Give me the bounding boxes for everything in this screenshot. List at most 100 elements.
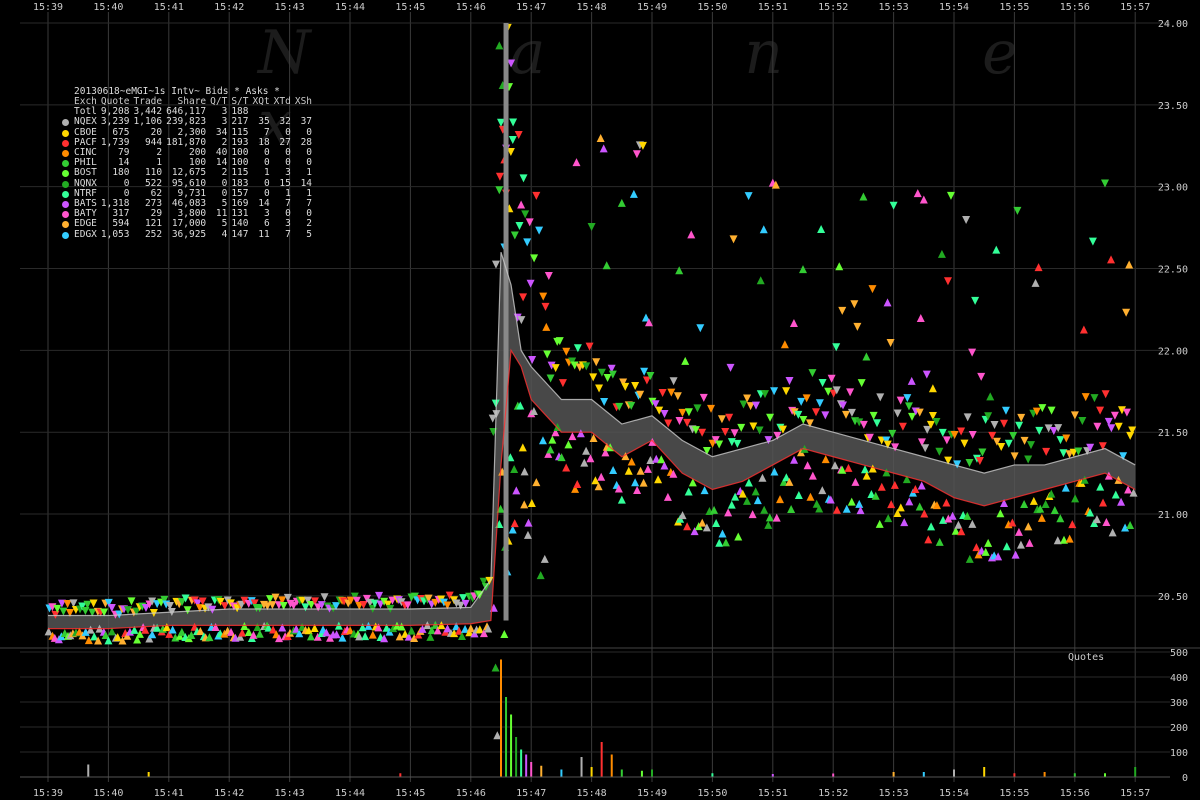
legend-column-header: XSh [294,96,313,107]
legend-value: 2 [221,167,228,179]
bid-marker [884,514,893,523]
bid-marker [718,529,727,538]
ask-marker [544,272,553,281]
bid-marker [582,446,591,455]
volume-bar [620,769,623,777]
bid-marker [890,480,899,489]
bid-marker [986,392,995,401]
ask-marker [808,369,817,378]
ask-marker [726,363,735,372]
ask-marker [1000,419,1009,428]
ask-marker [59,607,68,616]
bid-marker [361,632,370,641]
x-tick-label-top: 15:49 [637,2,667,13]
bid-marker [572,158,581,167]
bid-marker [787,504,796,513]
bid-marker [847,497,856,506]
ask-marker [943,277,952,286]
ask-marker [859,420,868,429]
x-tick-label-bottom: 15:41 [154,788,184,799]
ask-marker [1090,394,1099,403]
bid-marker [532,478,541,487]
ask-marker [698,428,707,437]
ask-marker [990,421,999,430]
ask-marker [755,426,764,435]
ask-marker [1017,413,1026,422]
x-tick-label-bottom: 15:49 [637,788,667,799]
bid-marker [368,630,377,639]
ask-marker [546,374,555,383]
x-tick-label-top: 15:50 [697,2,727,13]
ask-marker [889,201,898,210]
legend-value: 7 [285,228,291,240]
ask-marker [707,404,716,413]
ask-marker [868,285,877,294]
ask-marker [1062,434,1071,443]
ask-marker [1122,408,1131,417]
ask-marker [815,399,824,408]
ask-marker [517,316,526,325]
ask-marker [587,223,596,232]
volume-tick-label: 300 [1170,698,1188,709]
bid-marker [917,481,926,490]
y-tick-label: 22.00 [1158,346,1188,357]
ask-marker [1088,237,1097,246]
ask-marker [717,415,726,424]
bid-marker [1107,255,1116,264]
ask-marker [508,135,517,144]
ask-marker [770,387,779,396]
ask-marker [857,379,866,388]
bid-marker [734,532,743,541]
ask-marker [491,260,500,269]
ask-marker [669,377,678,386]
bid-marker [643,464,652,473]
volume-tick-label: 400 [1170,673,1188,684]
bid-marker [715,538,724,547]
x-tick-label-bottom: 15:42 [214,788,244,799]
ask-marker [921,444,930,453]
bid-marker [573,480,582,489]
ask-marker [938,428,947,437]
ask-marker [1096,406,1105,415]
ask-marker [532,191,541,200]
x-tick-label-bottom: 15:46 [456,788,486,799]
volume-bar [1043,772,1046,777]
volume-bar [540,765,543,777]
bid-marker [818,486,827,495]
ask-marker [965,459,974,468]
ask-marker [1070,411,1079,420]
bid-marker [599,144,608,153]
legend-swatch-icon [62,190,69,198]
ask-marker [876,393,885,402]
legend-column-header: XQt [252,96,270,107]
bid-marker [862,352,871,361]
bid-marker [877,482,886,491]
volume-bar [510,714,513,777]
bid-marker [817,225,826,234]
bid-marker [764,520,773,529]
bid-marker [546,445,555,454]
ask-marker [1035,426,1044,435]
legend-value: 252 [144,228,163,240]
x-tick-label-bottom: 15:45 [395,788,425,799]
volume-bar [892,772,895,777]
ask-marker [658,388,667,397]
bid-marker [512,486,521,495]
ask-marker [827,374,836,383]
ask-marker [1010,452,1019,461]
legend-value: 0 [221,177,228,189]
bid-marker [510,519,519,528]
bid-marker [675,266,684,275]
bid-marker [495,41,504,50]
legend-swatch-icon [62,160,69,168]
legend-swatch-icon [62,139,69,147]
bid-marker [624,466,633,475]
ask-marker [1114,422,1123,431]
bid-marker [760,505,769,514]
ask-marker [715,440,724,449]
bid-marker [542,322,551,331]
bid-marker [536,571,545,580]
ask-marker [922,370,931,379]
bid-marker [937,249,946,258]
volume-bar [87,764,90,777]
